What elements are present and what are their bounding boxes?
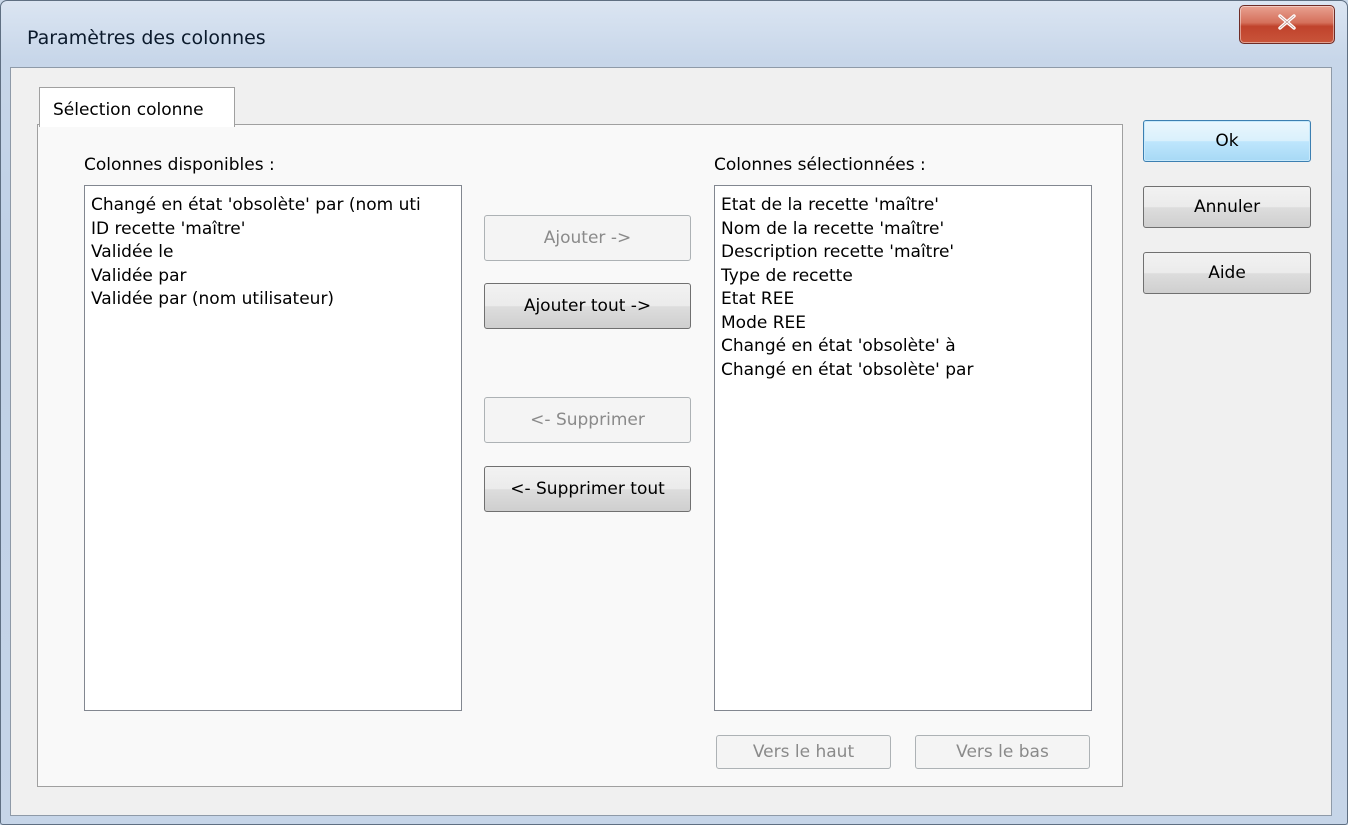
list-item[interactable]: Validée par: [91, 265, 461, 289]
dialog-window: Paramètres des colonnes Sélection colonn…: [0, 0, 1348, 825]
add-button[interactable]: Ajouter ->: [484, 215, 691, 261]
list-item[interactable]: Etat de la recette 'maître': [721, 194, 1091, 218]
list-item[interactable]: Description recette 'maître': [721, 241, 1091, 265]
list-item[interactable]: Nom de la recette 'maître': [721, 218, 1091, 242]
list-item[interactable]: Validée par (nom utilisateur): [91, 288, 461, 312]
selected-columns-label: Colonnes sélectionnées :: [714, 155, 926, 175]
list-item[interactable]: ID recette 'maître': [91, 218, 461, 242]
available-columns-label: Colonnes disponibles :: [84, 155, 275, 175]
list-item[interactable]: Type de recette: [721, 265, 1091, 289]
remove-button[interactable]: <- Supprimer: [484, 397, 691, 443]
list-item[interactable]: Etat REE: [721, 288, 1091, 312]
list-item[interactable]: Changé en état 'obsolète' par: [721, 359, 1091, 383]
cancel-button[interactable]: Annuler: [1143, 186, 1311, 228]
close-icon: [1277, 14, 1297, 35]
selected-columns-list[interactable]: Etat de la recette 'maître' Nom de la re…: [714, 185, 1092, 711]
tab-selection-colonne[interactable]: Sélection colonne: [39, 87, 235, 127]
remove-all-button[interactable]: <- Supprimer tout: [484, 466, 691, 512]
window-title: Paramètres des colonnes: [27, 27, 266, 49]
list-item[interactable]: Mode REE: [721, 312, 1091, 336]
move-down-button[interactable]: Vers le bas: [915, 735, 1090, 769]
help-button[interactable]: Aide: [1143, 252, 1311, 294]
list-item[interactable]: Changé en état 'obsolète' par (nom uti: [91, 194, 461, 218]
list-item[interactable]: Changé en état 'obsolète' à: [721, 335, 1091, 359]
ok-button[interactable]: Ok: [1143, 120, 1311, 162]
add-all-button[interactable]: Ajouter tout ->: [484, 283, 691, 329]
list-item[interactable]: Validée le: [91, 241, 461, 265]
dialog-client-area: Sélection colonne Colonnes disponibles :…: [10, 67, 1332, 816]
tab-label: Sélection colonne: [53, 100, 204, 120]
close-button[interactable]: [1239, 5, 1335, 44]
move-up-button[interactable]: Vers le haut: [716, 735, 891, 769]
tab-panel: Colonnes disponibles : Changé en état 'o…: [37, 124, 1123, 787]
available-columns-list[interactable]: Changé en état 'obsolète' par (nom uti I…: [84, 185, 462, 711]
